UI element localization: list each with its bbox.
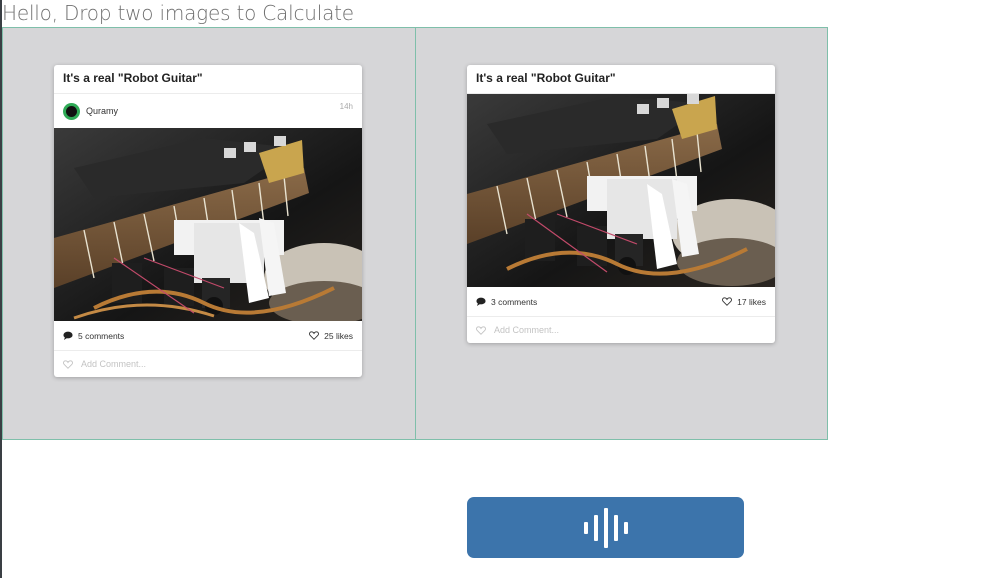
guitar-photo — [467, 94, 775, 287]
guitar-photo — [54, 128, 362, 321]
comments-count[interactable]: 5 comments — [78, 331, 124, 341]
drop-zone-right[interactable]: It's a real "Robot Guitar" 3 comments 17… — [415, 27, 828, 440]
heart-icon[interactable] — [722, 297, 733, 306]
voice-calculate-button[interactable] — [467, 497, 744, 558]
stats-row: 3 comments 17 likes — [467, 287, 775, 317]
comments-count[interactable]: 3 comments — [491, 297, 537, 307]
add-comment-input[interactable]: Add Comment... — [494, 325, 559, 335]
author-name[interactable]: Quramy — [86, 106, 118, 116]
heart-icon[interactable] — [476, 325, 486, 335]
comment-icon[interactable] — [63, 331, 73, 340]
comment-icon[interactable] — [476, 297, 486, 306]
heart-icon[interactable] — [63, 359, 73, 369]
page-title: Hello, Drop two images to Calculate — [2, 1, 354, 25]
post-card: It's a real "Robot Guitar" 3 comments 17… — [467, 65, 775, 343]
add-comment-row[interactable]: Add Comment... — [54, 351, 362, 377]
heart-icon[interactable] — [309, 331, 320, 340]
author-row: Quramy 14h — [54, 94, 362, 128]
drop-zone-left[interactable]: It's a real "Robot Guitar" Quramy 14h 5 … — [2, 27, 416, 440]
add-comment-row[interactable]: Add Comment... — [467, 317, 775, 343]
post-time: 14h — [339, 102, 353, 111]
voice-wave-icon — [583, 507, 628, 548]
card-title: It's a real "Robot Guitar" — [467, 65, 775, 94]
post-card: It's a real "Robot Guitar" Quramy 14h 5 … — [54, 65, 362, 377]
add-comment-input[interactable]: Add Comment... — [81, 359, 146, 369]
likes-count: 25 likes — [324, 330, 353, 341]
stats-row: 5 comments 25 likes — [54, 321, 362, 351]
likes-count: 17 likes — [737, 296, 766, 307]
avatar-icon[interactable] — [63, 102, 80, 120]
card-title: It's a real "Robot Guitar" — [54, 65, 362, 94]
